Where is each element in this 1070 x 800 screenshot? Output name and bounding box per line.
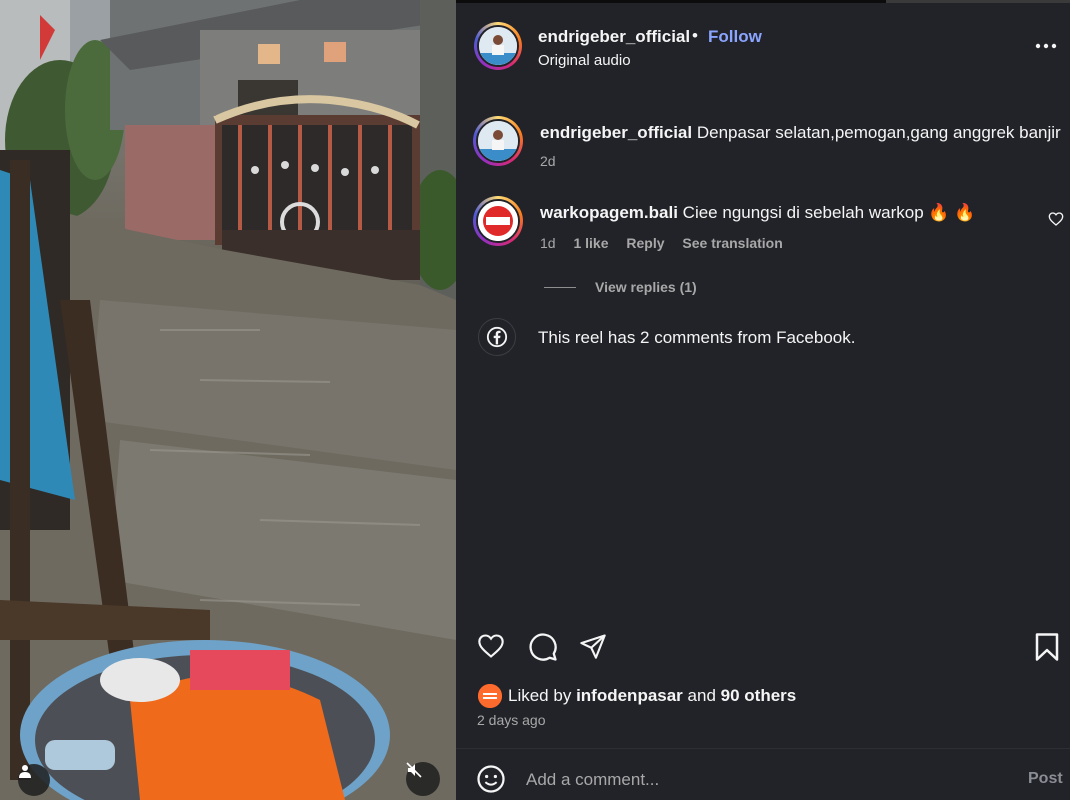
video-frame-image	[0, 0, 456, 800]
post-panel: endrigeber_official • Follow Original au…	[456, 0, 1070, 800]
progress-strip	[456, 0, 1070, 3]
emoji-icon	[477, 765, 505, 793]
reel-video[interactable]	[0, 0, 456, 800]
heart-icon	[478, 634, 504, 658]
comment-icon	[529, 633, 557, 661]
view-replies-button[interactable]: View replies (1)	[595, 279, 697, 295]
facebook-icon	[486, 326, 508, 348]
post-timestamp[interactable]: 2 days ago	[477, 712, 546, 728]
reply-button[interactable]: Reply	[626, 235, 664, 251]
see-translation-button[interactable]: See translation	[682, 235, 782, 251]
commenter-avatar[interactable]	[473, 196, 523, 246]
caption: endrigeber_official Denpasar selatan,pem…	[540, 123, 1061, 143]
comment-meta: 1d 1 like Reply See translation	[540, 235, 797, 251]
post-button[interactable]: Post	[1028, 770, 1063, 788]
save-button[interactable]	[1034, 632, 1060, 667]
comment-likes[interactable]: 1 like	[573, 235, 608, 251]
avatar-image	[478, 121, 518, 161]
comment-time: 1d	[540, 235, 556, 251]
likes-summary[interactable]: Liked by infodenpasar and 90 others	[508, 686, 796, 706]
liker-avatar[interactable]	[478, 684, 502, 708]
caption-username[interactable]: endrigeber_official	[540, 123, 692, 142]
more-horizontal-icon	[1035, 43, 1057, 49]
likes-prefix: Liked by	[508, 686, 572, 705]
follow-button[interactable]: Follow	[708, 27, 762, 47]
comment-like-button[interactable]	[1048, 211, 1064, 232]
warkop-logo-image	[478, 201, 518, 241]
caption-avatar[interactable]	[473, 116, 523, 166]
caption-time: 2d	[540, 153, 556, 169]
audio-link[interactable]: Original audio	[538, 52, 631, 69]
share-button[interactable]	[578, 632, 608, 665]
comment-button[interactable]	[528, 632, 558, 667]
heart-icon	[1048, 212, 1064, 226]
comment-username[interactable]: warkopagem.bali	[540, 203, 678, 222]
author-username[interactable]: endrigeber_official	[538, 27, 690, 47]
composer-divider	[456, 748, 1070, 749]
replies-divider	[544, 287, 576, 288]
caption-meta: 2d	[540, 153, 570, 169]
likes-and: and	[687, 686, 716, 705]
comment-input[interactable]	[526, 768, 1006, 792]
bookmark-icon	[1035, 633, 1059, 661]
emoji-button[interactable]	[476, 764, 506, 799]
send-icon	[580, 634, 606, 659]
caption-text: Denpasar selatan,pemogan,gang anggrek ba…	[696, 123, 1061, 142]
separator-dot: •	[692, 26, 698, 45]
liker-username[interactable]: infodenpasar	[576, 686, 683, 705]
comment: warkopagem.bali Ciee ngungsi di sebelah …	[540, 203, 975, 223]
author-avatar[interactable]	[474, 22, 522, 70]
avatar-image	[479, 27, 517, 65]
likes-others[interactable]: 90 others	[721, 686, 797, 705]
facebook-comments-note[interactable]: This reel has 2 comments from Facebook.	[538, 328, 855, 348]
like-button[interactable]	[476, 632, 506, 665]
tagged-users-button[interactable]	[18, 764, 50, 796]
user-icon	[19, 765, 31, 778]
mute-icon	[406, 762, 422, 778]
facebook-badge	[478, 318, 516, 356]
more-options-button[interactable]	[1034, 36, 1058, 56]
mute-button[interactable]	[406, 762, 440, 796]
infodenpasar-logo-image	[478, 684, 502, 708]
comment-text: Ciee ngungsi di sebelah warkop 🔥 🔥	[682, 203, 976, 222]
